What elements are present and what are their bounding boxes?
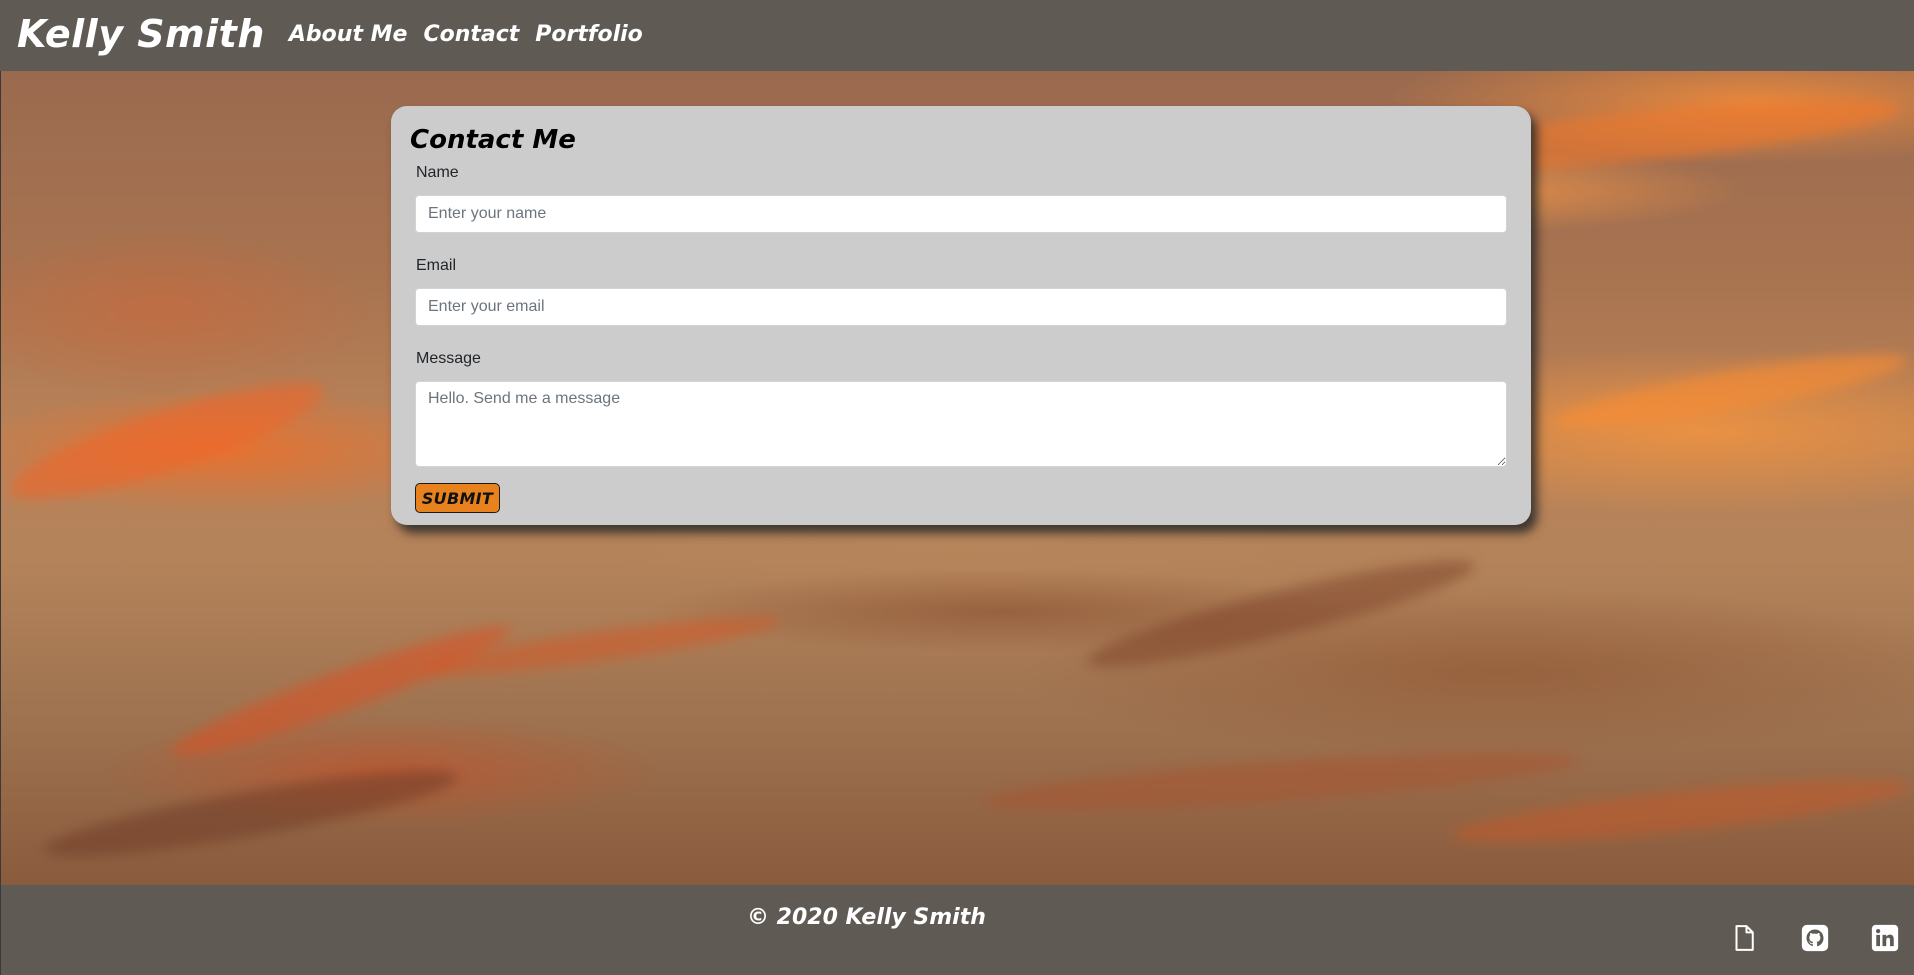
- copyright-text: © 2020 Kelly Smith: [747, 905, 986, 930]
- github-icon[interactable]: [1800, 923, 1830, 953]
- page-left-border: [0, 71, 1, 975]
- navbar: Kelly Smith About Me Contact Portfolio: [0, 0, 1914, 71]
- name-input[interactable]: [415, 195, 1507, 233]
- contact-card: Contact Me Name Email Message SUBMIT: [391, 106, 1531, 525]
- nav-link-portfolio[interactable]: Portfolio: [535, 22, 643, 47]
- email-input[interactable]: [415, 288, 1507, 326]
- contact-title: Contact Me: [410, 125, 576, 155]
- brand-logo[interactable]: Kelly Smith: [17, 12, 265, 56]
- resume-file-icon[interactable]: [1729, 923, 1759, 953]
- footer: © 2020 Kelly Smith: [1, 885, 1914, 975]
- nav-link-about-me[interactable]: About Me: [289, 22, 408, 47]
- name-label: Name: [416, 164, 459, 181]
- message-label: Message: [416, 350, 481, 367]
- nav-link-contact[interactable]: Contact: [423, 22, 519, 47]
- message-textarea[interactable]: [415, 381, 1507, 467]
- email-label: Email: [416, 257, 457, 274]
- submit-button[interactable]: SUBMIT: [415, 483, 500, 513]
- linkedin-icon[interactable]: [1870, 923, 1900, 953]
